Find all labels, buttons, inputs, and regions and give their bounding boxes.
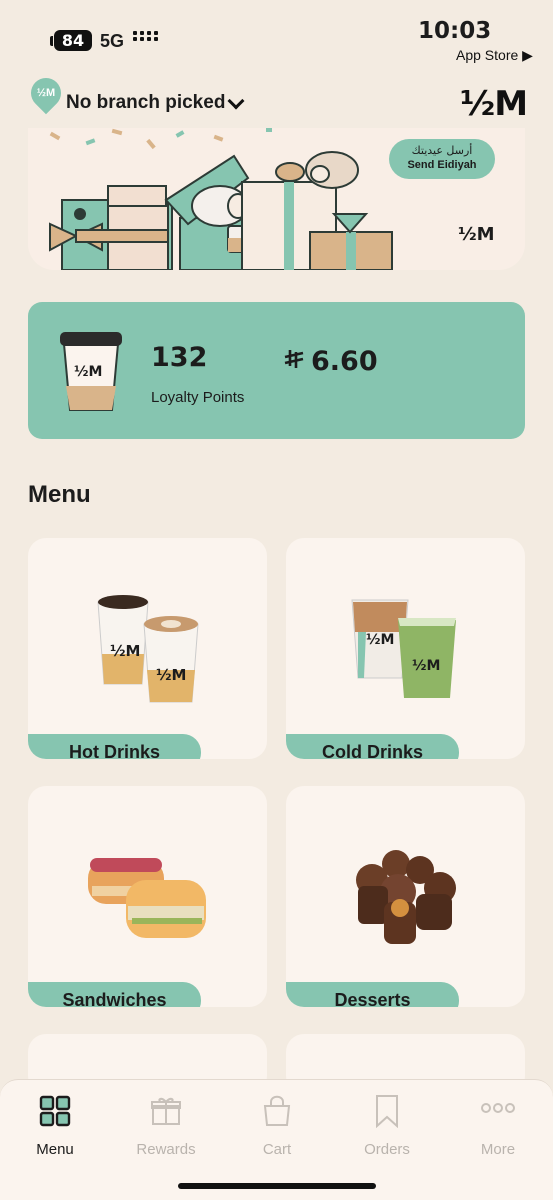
cold-cup-logo-1: ½M	[366, 632, 395, 648]
coffee-cup-icon: ½M	[58, 328, 124, 417]
send-eidiyah-arabic: أرسل عيديتك	[411, 144, 473, 157]
status-bar: 84 5G 10:03 App Store ▶	[0, 0, 553, 70]
category-card-hot-drinks[interactable]: ½M ½M Hot Drinks	[28, 538, 267, 759]
tab-orders[interactable]: Orders	[347, 1094, 427, 1158]
grid-icon	[38, 1094, 72, 1128]
send-eidiyah-button[interactable]: أرسل عيديتك Send Eidiyah	[389, 139, 495, 179]
desserts-image	[356, 850, 456, 944]
branch-selector[interactable]: No branch picked	[66, 92, 225, 114]
tab-label: More	[480, 1141, 516, 1158]
back-to-app-link[interactable]: App Store ▶	[456, 47, 533, 64]
home-indicator[interactable]	[178, 1183, 376, 1189]
tab-label: Rewards	[136, 1141, 196, 1158]
sandwiches-image	[88, 858, 206, 938]
tab-cart[interactable]: Cart	[237, 1094, 317, 1158]
cup-logo: ½M	[74, 364, 103, 380]
tab-label: Cart	[262, 1141, 292, 1158]
signal-icon	[133, 31, 158, 41]
category-label: Sandwiches	[28, 982, 201, 1007]
eid-promo-banner[interactable]: أرسل عيديتك Send Eidiyah ½M	[28, 128, 525, 270]
category-card-cold-drinks[interactable]: ½M ½M Cold Drinks	[286, 538, 525, 759]
send-eidiyah-label: Send Eidiyah	[407, 159, 477, 171]
loyalty-card[interactable]: ½M 132 Loyalty Points 6.60	[28, 302, 525, 439]
tab-rewards[interactable]: Rewards	[126, 1094, 206, 1158]
tab-label: Menu	[36, 1141, 74, 1158]
battery-indicator: 84	[50, 30, 92, 51]
banner-logo: ½M	[458, 224, 495, 245]
brand-logo: ½M	[460, 84, 528, 124]
battery-level: 84	[54, 30, 92, 51]
category-label: Cold Drinks	[286, 734, 459, 759]
category-card-desserts[interactable]: Desserts	[286, 786, 525, 1007]
category-label: Hot Drinks	[28, 734, 201, 759]
dots-icon	[481, 1094, 515, 1128]
cold-cup-logo-2: ½M	[412, 658, 441, 674]
tab-more[interactable]: More	[458, 1094, 538, 1158]
menu-section-title: Menu	[28, 481, 91, 508]
wallet-balance: 6.60	[283, 346, 378, 377]
tab-menu[interactable]: Menu	[15, 1094, 95, 1158]
branch-pin-logo: ½M	[36, 87, 56, 99]
bookmark-icon	[370, 1094, 404, 1129]
hot-drinks-image	[97, 595, 199, 703]
bag-icon	[260, 1094, 294, 1128]
chevron-down-icon[interactable]	[227, 92, 245, 110]
network-type: 5G	[100, 31, 125, 51]
cold-drinks-image	[351, 599, 456, 698]
loyalty-points-label: Loyalty Points	[151, 389, 245, 406]
tab-label: Orders	[364, 1141, 410, 1158]
hot-cup-logo-2: ½M	[156, 666, 187, 684]
location-pin-icon[interactable]: ½M	[24, 71, 68, 115]
hot-cup-logo-1: ½M	[110, 642, 141, 660]
gift-icon	[149, 1094, 183, 1128]
wallet-balance-value: 6.60	[311, 346, 378, 377]
loyalty-points-value: 132	[151, 342, 208, 373]
status-time: 10:03	[418, 18, 492, 44]
category-card-sandwiches[interactable]: Sandwiches	[28, 786, 267, 1007]
bottom-tab-bar: Menu Rewards Cart Orders More	[0, 1079, 553, 1200]
category-label: Desserts	[286, 982, 459, 1007]
riyal-icon	[283, 348, 305, 376]
